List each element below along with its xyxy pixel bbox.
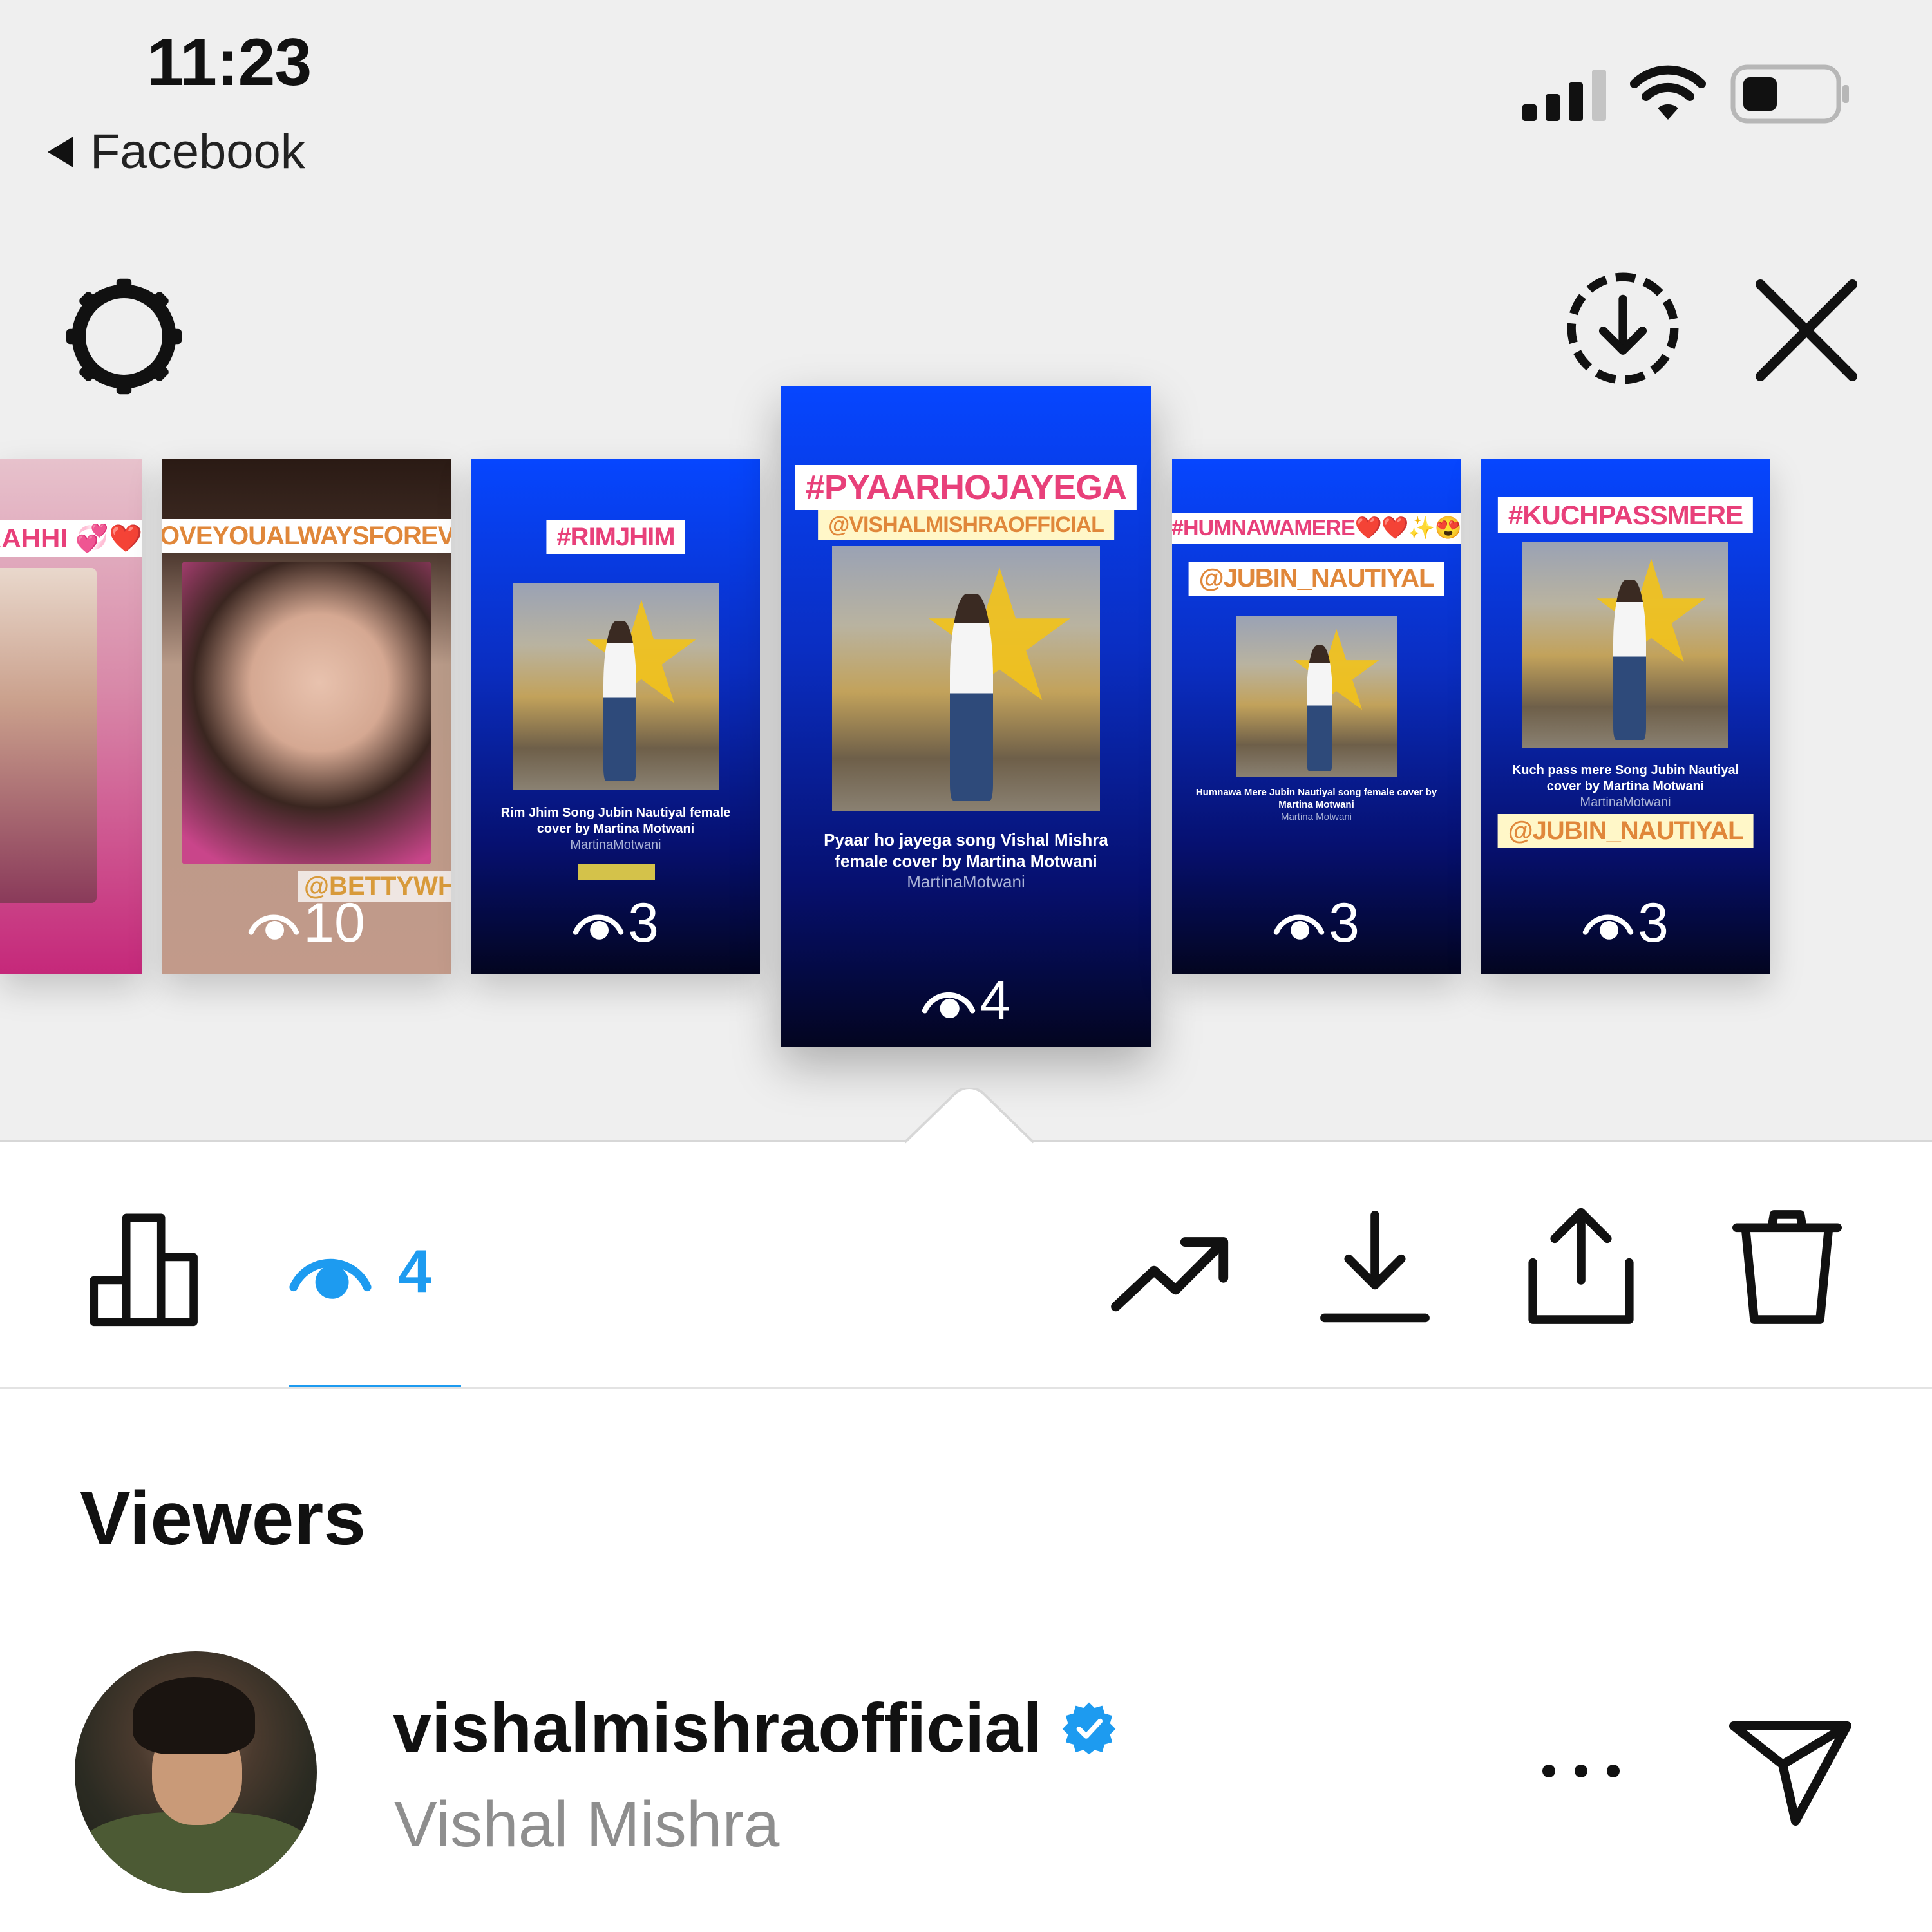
story-view-number: 3 — [628, 892, 659, 954]
story-thumbnail[interactable]: #HUMNAWAMERE❤️❤️✨😍 @JUBIN_NAUTIYAL Humna… — [1172, 459, 1461, 974]
story-caption: Pyaar ho jayega song Vishal Mishra femal… — [824, 830, 1108, 891]
wifi-icon — [1630, 65, 1706, 120]
viewers-count: 4 — [398, 1237, 432, 1305]
view-count: 3 — [1172, 891, 1461, 955]
delete-trash-icon[interactable] — [1732, 1208, 1842, 1327]
story-mention: @JUBIN_NAUTIYAL — [1497, 814, 1754, 848]
eye-icon — [1582, 914, 1634, 940]
verified-badge-icon — [1063, 1701, 1116, 1754]
story-mention: @JUBIN_NAUTIYAL — [1188, 562, 1444, 596]
share-upload-icon[interactable] — [1526, 1208, 1636, 1327]
selected-story-pointer — [905, 1088, 1034, 1144]
story-photo — [1236, 616, 1397, 777]
story-caption: Humnawa Mere Jubin Nautiyal song female … — [1195, 787, 1437, 822]
story-view-number: 4 — [980, 970, 1010, 1032]
story-photo — [1522, 542, 1728, 748]
story-photo — [182, 562, 431, 864]
story-view-number: 3 — [1329, 892, 1359, 954]
save-download-icon[interactable] — [1320, 1211, 1430, 1327]
story-photo — [0, 568, 97, 903]
story-thumbnail[interactable]: ERAHHI 💞❤️ 9 — [0, 459, 142, 974]
download-circle-icon[interactable] — [1562, 267, 1684, 390]
viewer-username[interactable]: vishalmishraofficial — [393, 1687, 1117, 1768]
story-mention-sticker — [578, 864, 655, 880]
close-icon[interactable] — [1752, 276, 1861, 385]
cellular-signal-icon — [1522, 70, 1606, 121]
view-count: 10 — [162, 891, 451, 955]
story-hashtag: #HUMNAWAMERE❤️❤️✨😍 — [1172, 513, 1461, 544]
viewer-full-name: Vishal Mishra — [394, 1788, 780, 1861]
viewer-username-text: vishalmishraofficial — [393, 1689, 1043, 1766]
story-hashtag: #KUCHPASSMERE — [1497, 497, 1754, 533]
back-arrow-icon — [48, 136, 73, 167]
eye-icon — [573, 914, 624, 940]
viewers-tab[interactable]: 4 — [289, 1236, 431, 1306]
insights-bar-chart-icon[interactable] — [87, 1211, 203, 1327]
story-mention: @VISHALMISHRAOFFICIAL — [818, 510, 1114, 540]
avatar[interactable] — [75, 1651, 317, 1893]
battery-icon — [1730, 64, 1849, 124]
story-thumbnail[interactable]: #ILOVEYOUALWAYSFOREVER @BETTYWHO 10 — [162, 459, 451, 974]
story-thumbnail-selected[interactable]: #PYAARHOJAYEGA @VISHALMISHRAOFFICIAL Pya… — [781, 386, 1151, 1046]
more-options-icon[interactable] — [1539, 1758, 1623, 1784]
story-hashtag: #RIMJHIM — [546, 520, 685, 554]
story-photo — [832, 546, 1100, 811]
story-hashtag: #ILOVEYOUALWAYSFOREVER — [162, 519, 451, 553]
story-hashtag: ERAHHI 💞❤️ — [0, 520, 142, 557]
status-time: 11:23 — [147, 25, 312, 100]
eye-icon — [289, 1258, 372, 1299]
story-caption: Rim Jhim Song Jubin Nautiyal female cove… — [500, 806, 731, 852]
story-photo — [513, 583, 719, 790]
view-count: 3 — [471, 891, 760, 955]
send-message-icon[interactable] — [1726, 1713, 1855, 1829]
view-count: 3 — [1481, 891, 1770, 955]
eye-icon — [922, 992, 976, 1018]
story-thumbnail[interactable]: #KUCHPASSMERE Kuch pass mere Song Jubin … — [1481, 459, 1770, 974]
settings-gear-icon[interactable] — [61, 274, 187, 399]
back-to-facebook-link[interactable]: Facebook — [48, 124, 305, 180]
eye-icon — [248, 914, 299, 940]
promote-trending-icon[interactable] — [1111, 1230, 1231, 1314]
story-view-number: 10 — [303, 892, 365, 954]
eye-icon — [1273, 914, 1325, 940]
story-caption: Kuch pass mere Song Jubin Nautiyal cover… — [1511, 763, 1739, 810]
story-hashtag: #PYAARHOJAYEGA — [795, 465, 1137, 510]
story-thumbnail[interactable]: #RIMJHIM Rim Jhim Song Jubin Nautiyal fe… — [471, 459, 760, 974]
view-count: 4 — [781, 969, 1151, 1033]
viewers-heading: Viewers — [80, 1476, 366, 1561]
back-label: Facebook — [90, 124, 305, 179]
story-view-number: 3 — [1638, 892, 1669, 954]
toolbar-divider — [0, 1387, 1932, 1389]
